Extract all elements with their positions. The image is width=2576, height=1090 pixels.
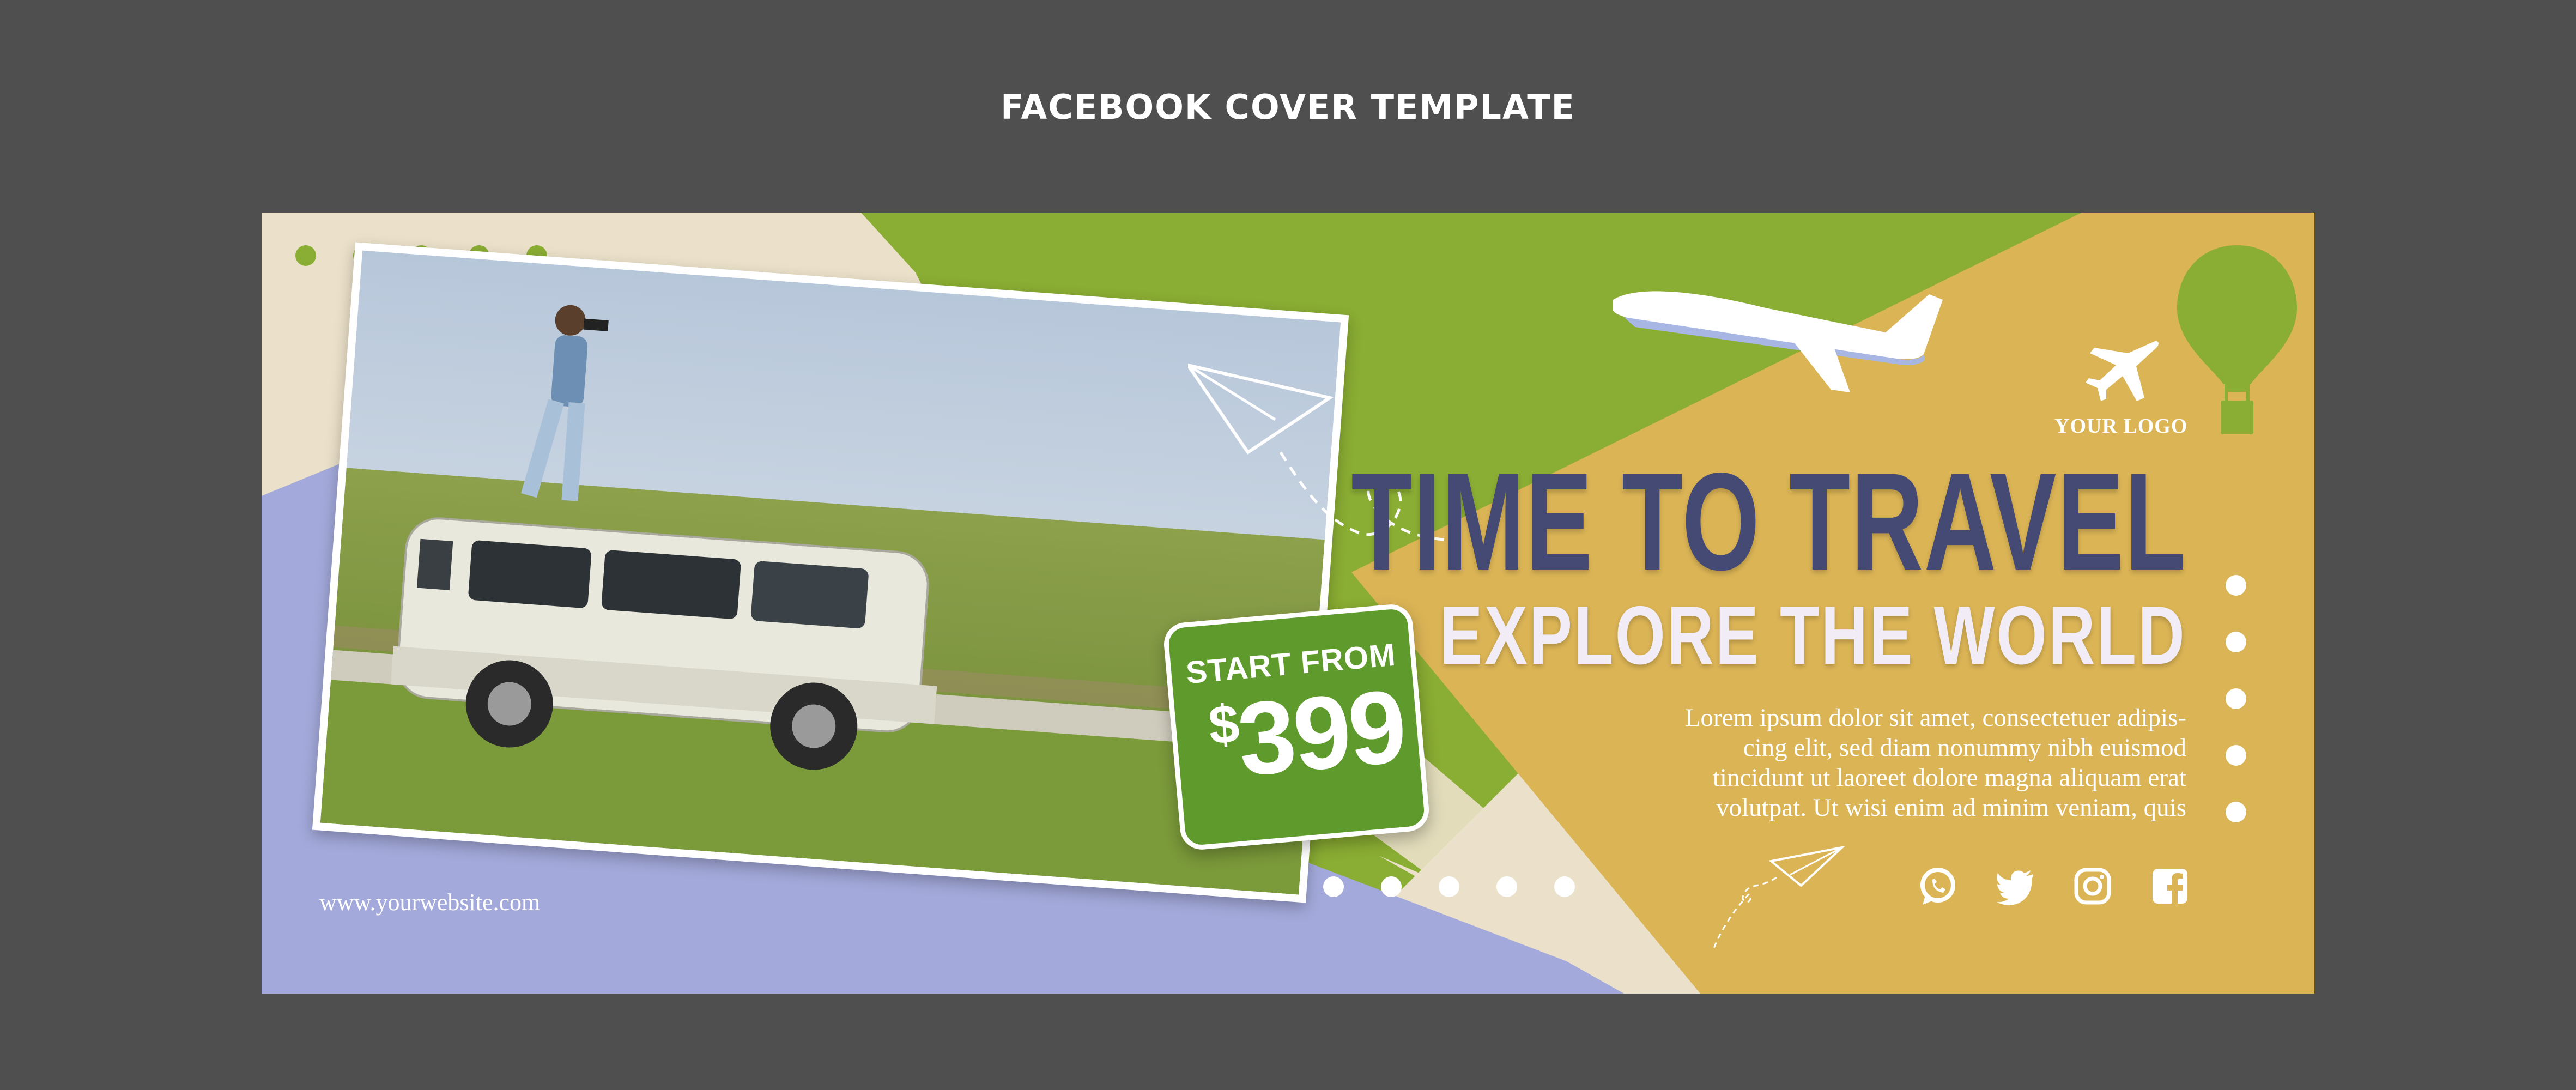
price-currency: $ — [1206, 693, 1240, 756]
body-line: tincidunt ut laoreet dolore magna aliqua… — [1712, 764, 2186, 792]
logo-text: YOUR LOGO — [2054, 415, 2188, 438]
logo-plane-icon — [2086, 341, 2159, 401]
twitter-icon[interactable] — [1996, 867, 2035, 906]
dot — [2226, 802, 2246, 822]
facebook-cover: YOUR LOGO TIME TO TRAVEL EXPLORE THE WOR… — [262, 213, 2314, 994]
decorative-dots-right — [2226, 575, 2246, 822]
whatsapp-icon[interactable] — [1918, 867, 1957, 906]
body-line: Lorem ipsum dolor sit amet, consectetuer… — [1684, 704, 2186, 732]
dot — [1496, 876, 1517, 897]
dot — [1323, 876, 1344, 897]
body-line: cing elit, sed diam nonummy nibh euismod — [1743, 734, 2186, 762]
dot — [1554, 876, 1575, 897]
dot — [295, 245, 316, 266]
decorative-dots-bottom — [1323, 876, 1575, 897]
dot — [1381, 876, 1402, 897]
airplane-icon — [1613, 291, 1943, 392]
dot — [2226, 632, 2246, 652]
social-icons — [1918, 867, 2190, 906]
instagram-icon[interactable] — [2073, 867, 2112, 906]
headline: TIME TO TRAVEL — [1350, 444, 2186, 600]
dot — [2226, 745, 2246, 766]
small-paper-plane-icon — [1713, 845, 1846, 949]
dot — [2226, 688, 2246, 709]
price-amount: 399 — [1233, 668, 1409, 798]
page-title: FACEBOOK COVER TEMPLATE — [1001, 87, 1575, 127]
dot — [2226, 575, 2246, 596]
facebook-icon[interactable] — [2150, 867, 2190, 906]
body-text: Lorem ipsum dolor sit amet, consectetuer… — [1587, 703, 2186, 823]
subheadline: EXPLORE THE WORLD — [1439, 589, 2186, 682]
price-value: $399 — [1206, 668, 1409, 798]
hot-air-balloon-icon — [2177, 245, 2297, 434]
website-link[interactable]: www.yourwebsite.com — [319, 888, 540, 916]
body-line: volutpat. Ut wisi enim ad minim veniam, … — [1716, 794, 2186, 822]
dot — [1439, 876, 1459, 897]
price-badge: START FROM $399 — [1162, 602, 1431, 852]
